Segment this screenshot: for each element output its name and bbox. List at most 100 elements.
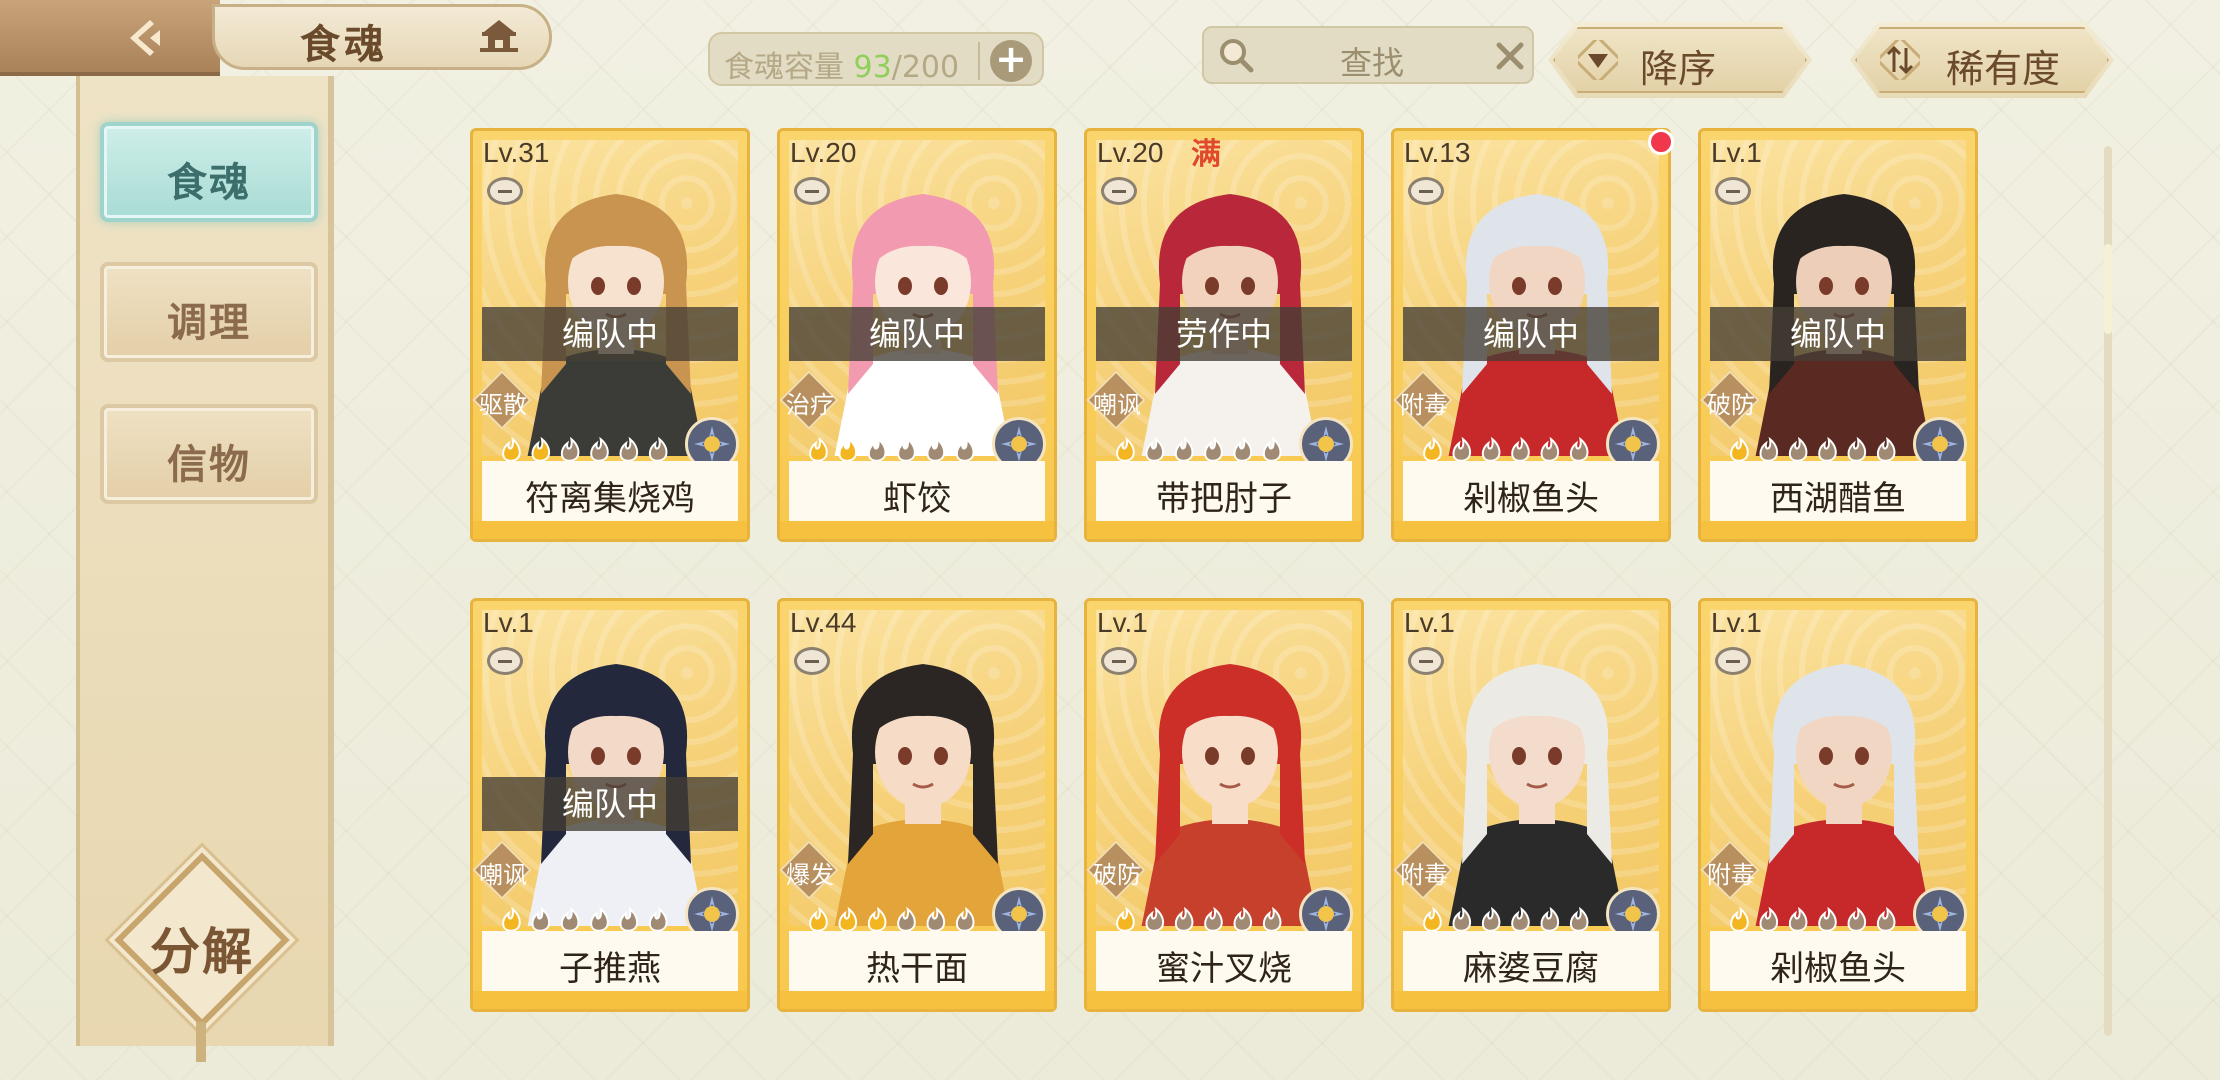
level-label: Lv.31: [483, 137, 550, 168]
card-bottom-strip: [473, 521, 747, 539]
character-portrait: [1755, 664, 1933, 926]
minus-icon[interactable]: [794, 647, 830, 675]
flame-icon: [1730, 436, 1749, 462]
minus-icon[interactable]: [794, 177, 830, 205]
name-plate: 蜜汁叉烧: [1096, 931, 1352, 993]
sort-order-button[interactable]: 降序: [1548, 22, 1812, 98]
notification-dot: [1648, 129, 1674, 155]
star-rating: [1730, 436, 1896, 462]
star-rating: [1423, 436, 1589, 462]
food-soul-card[interactable]: Lv.1 附毒 剁椒鱼头: [1698, 598, 1978, 1012]
minus-icon[interactable]: [487, 177, 523, 205]
flame-icon: [1145, 906, 1165, 932]
tassel-decoration: [196, 1022, 206, 1062]
level-label: Lv.1: [1711, 137, 1762, 168]
name-plate: 带把肘子: [1096, 461, 1352, 523]
search-icon: [1220, 39, 1254, 73]
expand-capacity-button[interactable]: +: [990, 40, 1032, 82]
food-soul-card[interactable]: Lv.1 编队中 破防 西湖醋鱼: [1698, 128, 1978, 542]
role-badge: 治疗: [776, 367, 842, 433]
level-label: Lv.44: [790, 607, 857, 638]
card-bottom-strip: [780, 991, 1054, 1009]
star-rating: [1116, 436, 1282, 462]
name-plate: 剁椒鱼头: [1403, 461, 1659, 523]
food-soul-card[interactable]: Lv.31 编队中 驱散 符离集烧鸡: [470, 128, 750, 542]
header-left: 食魂: [0, 0, 560, 76]
capacity-label: 食魂容量: [724, 50, 844, 85]
tab-food-souls[interactable]: 食魂: [100, 122, 318, 222]
flame-icon: [926, 436, 946, 462]
minus-icon[interactable]: [1408, 647, 1444, 675]
character-portrait: [1141, 664, 1319, 926]
tab-conditioning[interactable]: 调理: [100, 262, 318, 362]
food-soul-card[interactable]: Lv.20 编队中 治疗 虾饺: [777, 128, 1057, 542]
food-soul-name: 符离集烧鸡: [525, 479, 695, 519]
flame-icon: [897, 436, 916, 462]
food-soul-card[interactable]: Lv.20 满 劳作中 嘲讽 带把肘子: [1084, 128, 1364, 542]
food-soul-card[interactable]: Lv.13 编队中 附毒 剁椒鱼头: [1391, 128, 1674, 542]
sort-by-button[interactable]: 稀有度: [1850, 22, 2114, 98]
scrollbar-thumb[interactable]: [2104, 244, 2112, 334]
decompose-label: 分解: [150, 923, 254, 981]
flame-icon: [1847, 906, 1867, 932]
search-placeholder: 查找: [1340, 44, 1405, 82]
food-soul-name: 蜜汁叉烧: [1156, 949, 1292, 989]
minus-icon[interactable]: [487, 647, 523, 675]
food-soul-name: 剁椒鱼头: [1463, 479, 1599, 519]
minus-icon[interactable]: [1408, 177, 1444, 205]
back-button[interactable]: [0, 0, 220, 76]
flame-icon: [1423, 906, 1442, 932]
decompose-button[interactable]: 分解: [114, 852, 290, 1062]
food-soul-name: 西湖醋鱼: [1770, 479, 1906, 519]
sort-down-icon: [1578, 40, 1618, 80]
status-badge: 编队中: [789, 307, 1045, 361]
role-label: 附毒: [1707, 861, 1755, 889]
star-rating: [809, 436, 975, 462]
food-soul-card[interactable]: Lv.44 爆发 热干面: [777, 598, 1057, 1012]
flame-icon: [1481, 906, 1501, 932]
role-label: 爆发: [786, 861, 834, 889]
status-badge: 编队中: [482, 777, 738, 831]
tab-label: 食魂: [167, 160, 251, 206]
sort-arrows-icon: [1880, 40, 1920, 80]
flame-icon: [619, 906, 639, 932]
role-label: 附毒: [1400, 391, 1448, 419]
status-badge: 劳作中: [1096, 307, 1352, 361]
star-rating: [809, 906, 975, 932]
flame-icon: [1569, 906, 1589, 932]
name-plate: 西湖醋鱼: [1710, 461, 1966, 523]
flame-icon: [955, 906, 975, 932]
food-soul-card[interactable]: Lv.1 破防 蜜汁叉烧: [1084, 598, 1364, 1012]
minus-icon[interactable]: [1715, 647, 1751, 675]
flame-icon: [1233, 906, 1253, 932]
food-soul-name: 虾饺: [883, 479, 951, 519]
flame-icon: [838, 436, 858, 462]
flame-icon: [1481, 436, 1501, 462]
food-soul-card[interactable]: Lv.1 编队中 嘲讽 子推燕: [470, 598, 750, 1012]
status-badge: 编队中: [1403, 307, 1659, 361]
search-input[interactable]: 查找: [1202, 26, 1534, 84]
flame-icon: [1730, 906, 1749, 932]
minus-icon[interactable]: [1101, 177, 1137, 205]
flame-icon: [838, 906, 858, 932]
flame-icon: [1145, 436, 1165, 462]
flame-icon: [926, 906, 946, 932]
star-rating: [1730, 906, 1896, 932]
card-bottom-strip: [1701, 521, 1975, 539]
level-label: Lv.1: [483, 607, 534, 638]
tab-tokens[interactable]: 信物: [100, 404, 318, 504]
flame-icon: [1759, 436, 1779, 462]
name-plate: 子推燕: [482, 931, 738, 993]
role-label: 附毒: [1400, 861, 1448, 889]
minus-icon[interactable]: [1715, 177, 1751, 205]
food-soul-name: 麻婆豆腐: [1463, 949, 1599, 989]
name-plate: 热干面: [789, 931, 1045, 993]
role-badge: 驱散: [469, 367, 535, 433]
food-soul-card[interactable]: Lv.1 附毒 麻婆豆腐: [1391, 598, 1671, 1012]
pagoda-icon[interactable]: [478, 18, 520, 58]
minus-icon[interactable]: [1101, 647, 1137, 675]
character-portrait: [1448, 664, 1626, 926]
name-plate: 麻婆豆腐: [1403, 931, 1659, 993]
flame-icon: [1452, 436, 1472, 462]
close-icon[interactable]: [1494, 40, 1526, 72]
